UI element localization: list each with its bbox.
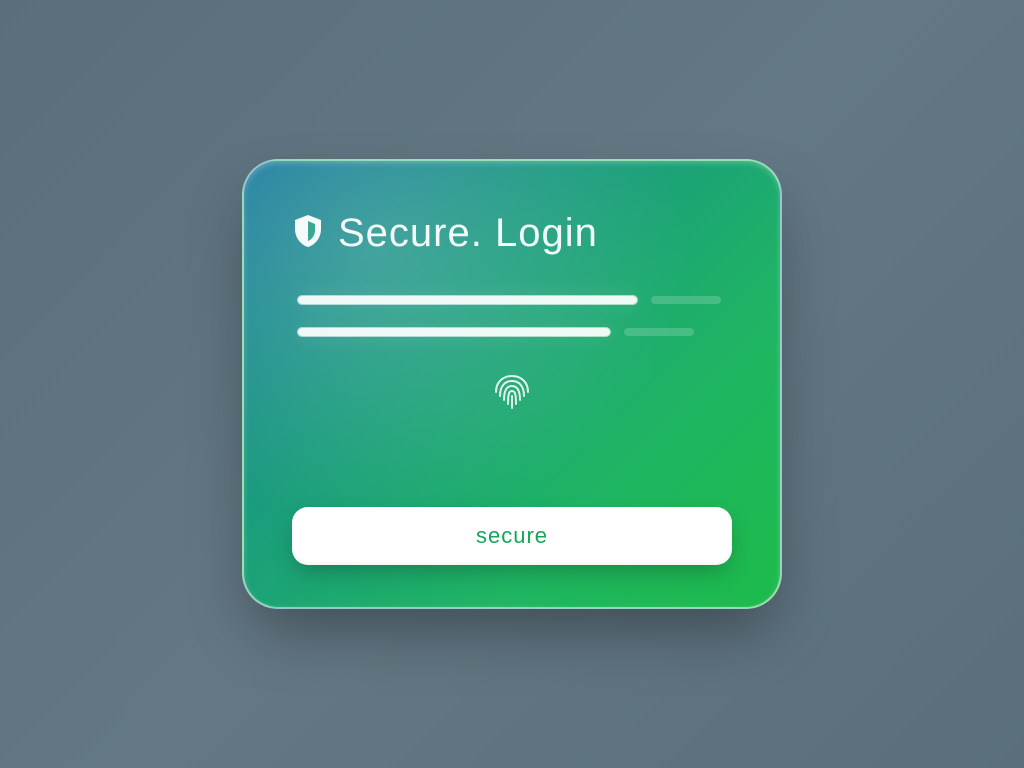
login-fields	[292, 296, 732, 336]
login-header: Secure. Login	[292, 211, 732, 256]
login-title: Secure. Login	[338, 211, 598, 256]
login-card: Secure. Login secure	[242, 159, 782, 609]
fingerprint-icon[interactable]	[482, 364, 542, 424]
password-input[interactable]	[298, 328, 610, 336]
shield-icon	[292, 213, 324, 254]
secure-button[interactable]: secure	[292, 507, 732, 565]
username-input[interactable]	[298, 296, 637, 304]
secure-button-label: secure	[476, 523, 548, 549]
